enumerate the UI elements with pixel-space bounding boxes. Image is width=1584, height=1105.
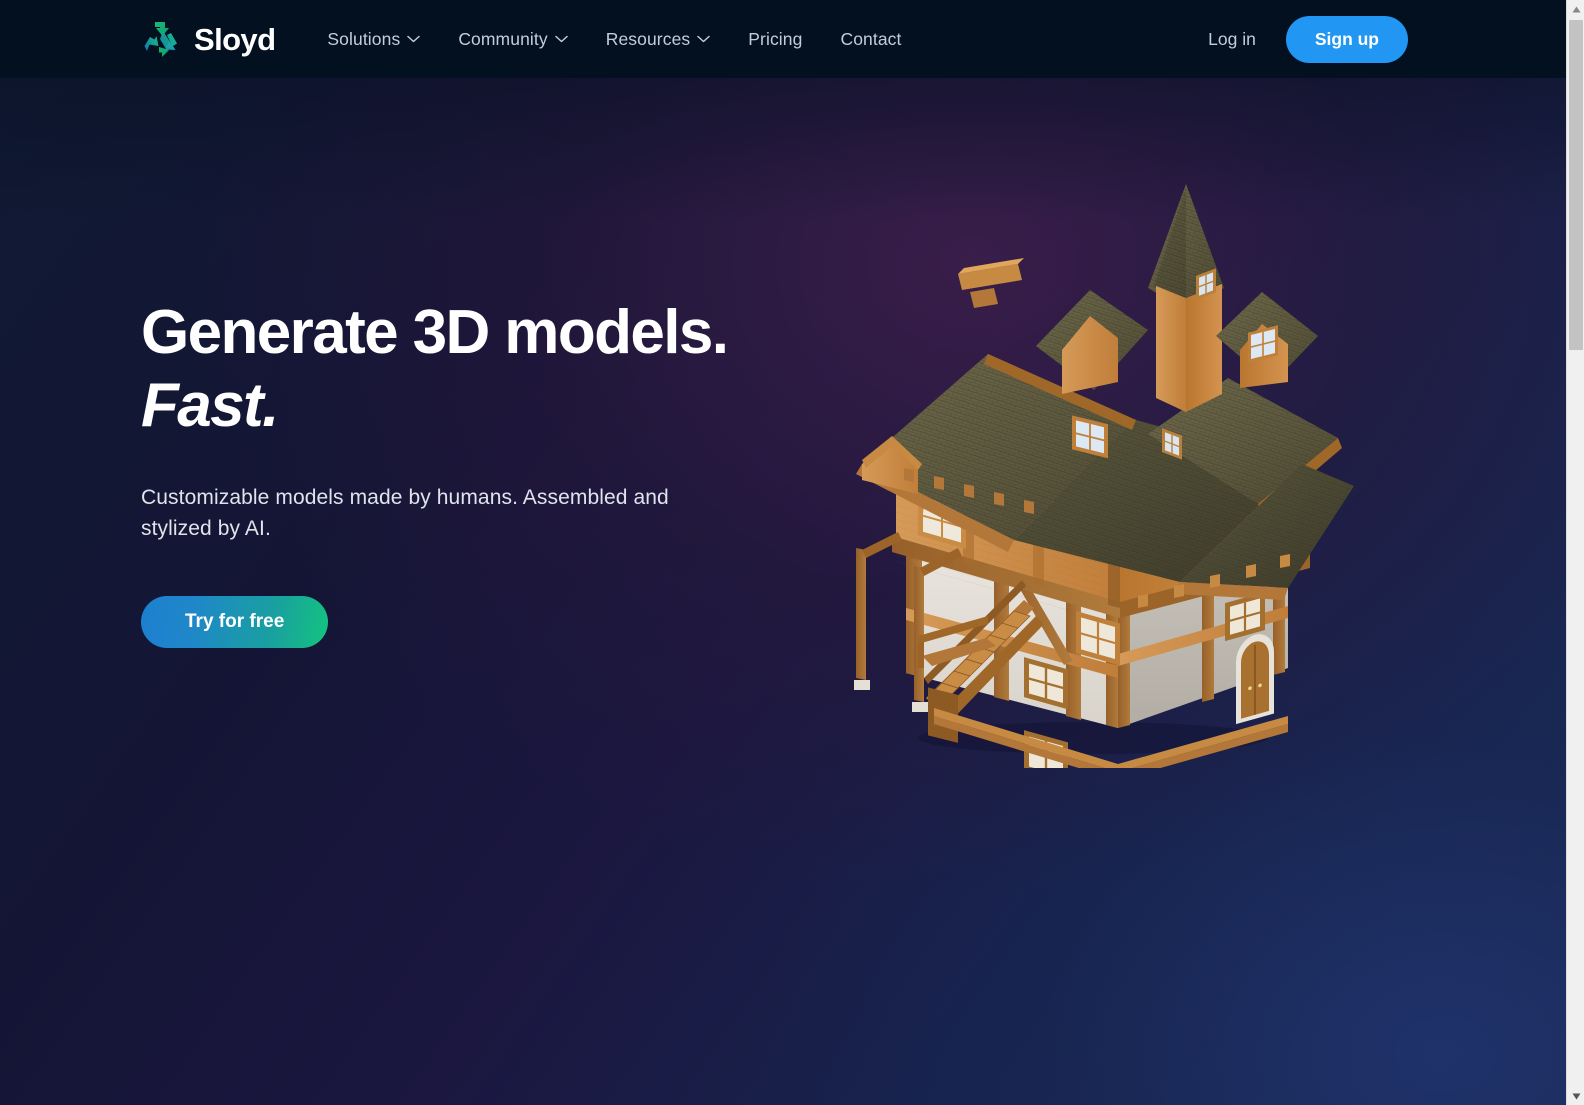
login-link[interactable]: Log in (1208, 29, 1256, 50)
nav-label-community: Community (458, 28, 548, 49)
nav-label-solutions: Solutions (327, 28, 401, 49)
page-viewport: Sloyd Solutions Community Resources Pric… (0, 0, 1566, 1105)
nav-item-contact[interactable]: Contact (821, 21, 920, 58)
headline-line-1: Generate 3D models. (141, 298, 729, 367)
triangle-down-icon (1572, 1093, 1580, 1099)
nav-label-pricing: Pricing (748, 28, 803, 49)
hero-copy: Generate 3D models. Fast. Customizable m… (141, 296, 841, 649)
main-navigation: Solutions Community Resources Pricing Co… (308, 21, 920, 58)
scroll-up-arrow[interactable] (1567, 0, 1584, 18)
site-header: Sloyd Solutions Community Resources Pric… (0, 0, 1566, 78)
dormer-right (1216, 292, 1318, 388)
nav-item-resources[interactable]: Resources (587, 21, 730, 58)
sloyd-triangle-arrows-logo-icon (144, 22, 177, 57)
medieval-house-model-render (854, 184, 1354, 768)
nav-item-pricing[interactable]: Pricing (729, 21, 821, 58)
nav-item-community[interactable]: Community (439, 21, 586, 58)
triangle-up-icon (1572, 6, 1580, 12)
headline-line-2: Fast. (141, 371, 279, 441)
try-for-free-button[interactable]: Try for free (141, 596, 329, 649)
chevron-down-icon (407, 35, 421, 43)
logo-link[interactable]: Sloyd (141, 19, 276, 59)
nav-label-resources: Resources (605, 28, 691, 49)
hero-section: Generate 3D models. Fast. Customizable m… (0, 78, 1566, 1105)
vertical-scrollbar[interactable] (1566, 0, 1584, 1105)
hero-subtitle: Customizable models made by humans. Asse… (141, 486, 669, 540)
nav-item-solutions[interactable]: Solutions (308, 21, 439, 58)
header-actions: Log in Sign up (1208, 15, 1408, 63)
scroll-down-arrow[interactable] (1567, 1087, 1584, 1105)
chevron-down-icon (554, 35, 568, 43)
browser-window: Sloyd Solutions Community Resources Pric… (0, 0, 1584, 1105)
page-title: Generate 3D models. Fast. (141, 296, 841, 442)
logo-text: Sloyd (194, 21, 276, 57)
chevron-down-icon (697, 35, 711, 43)
scroll-thumb[interactable] (1569, 20, 1583, 350)
hero-3d-model[interactable] (818, 168, 1378, 768)
nav-label-contact: Contact (840, 28, 902, 49)
signup-button[interactable]: Sign up (1285, 15, 1408, 63)
